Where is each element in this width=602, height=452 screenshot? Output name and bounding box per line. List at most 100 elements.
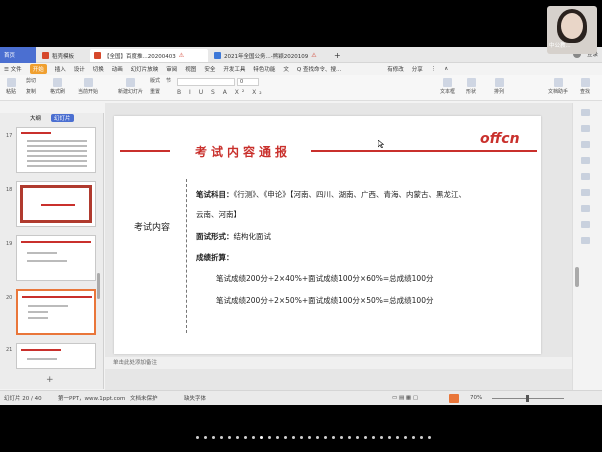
add-slide-button[interactable]: +	[46, 375, 54, 385]
page-dot[interactable]	[220, 436, 223, 439]
tab-home[interactable]: 首页	[0, 47, 36, 63]
doc-assistant-button[interactable]: 文档助手	[548, 78, 568, 95]
menu-security[interactable]: 安全	[204, 65, 215, 73]
page-dot[interactable]	[212, 436, 215, 439]
animation-icon[interactable]	[581, 141, 590, 148]
new-tab-button[interactable]: +	[330, 49, 344, 62]
menu-text[interactable]: 文	[283, 65, 289, 73]
menu-developer[interactable]: 开发工具	[223, 65, 245, 73]
slide-title[interactable]: 考试内容通报	[178, 143, 308, 160]
page-dot[interactable]	[196, 436, 199, 439]
menu-share[interactable]: 分享	[412, 65, 423, 73]
section-label[interactable]: 考试内容	[134, 220, 170, 233]
page-dot[interactable]	[348, 436, 351, 439]
style-icon[interactable]	[581, 125, 590, 132]
page-dot[interactable]	[372, 436, 375, 439]
paste-button[interactable]: 粘贴	[6, 78, 16, 95]
play-from-current-button[interactable]: 当前开始	[78, 78, 98, 95]
textbox-button[interactable]: 文本框	[440, 78, 455, 95]
reset-button[interactable]: 重置	[150, 88, 160, 95]
play-slideshow-button[interactable]	[449, 394, 459, 403]
menu-review[interactable]: 审阅	[166, 65, 177, 73]
page-dot[interactable]	[284, 436, 287, 439]
menu-animation[interactable]: 动画	[112, 65, 123, 73]
page-dot[interactable]	[324, 436, 327, 439]
property-icon[interactable]	[581, 109, 590, 116]
format-painter-button[interactable]: 格式刷	[50, 78, 65, 95]
format-icon[interactable]	[581, 173, 590, 180]
notes-pane[interactable]: 单击此处添加备注	[105, 357, 572, 369]
page-dot[interactable]	[316, 436, 319, 439]
menu-view[interactable]: 视图	[185, 65, 196, 73]
missing-font-link[interactable]: 缺失字体	[184, 394, 206, 402]
page-dot[interactable]	[404, 436, 407, 439]
page-dot[interactable]	[268, 436, 271, 439]
shape-button[interactable]: 形状	[466, 78, 476, 95]
transition-icon[interactable]	[581, 157, 590, 164]
slide-thumbnail-17[interactable]	[16, 127, 96, 173]
slide-thumbnail-19[interactable]	[16, 235, 96, 281]
text-format-group[interactable]: B I U S A X² X₂	[177, 89, 265, 96]
menu-modified[interactable]: 有修改	[387, 65, 404, 73]
page-dot[interactable]	[276, 436, 279, 439]
thumbnail-scrollbar[interactable]	[97, 273, 100, 299]
page-dot[interactable]	[388, 436, 391, 439]
tab-docer[interactable]: 稻壳模板	[38, 49, 88, 62]
zoom-level[interactable]: 70%	[470, 395, 482, 401]
tab-outline[interactable]: 大纲	[30, 114, 41, 122]
page-dot[interactable]	[244, 436, 247, 439]
page-dot[interactable]	[380, 436, 383, 439]
backup-icon[interactable]	[581, 189, 590, 196]
zoom-slider-handle[interactable]	[526, 395, 529, 402]
slide-thumbnail-21[interactable]	[16, 343, 96, 369]
section-button[interactable]: 节	[166, 77, 171, 84]
menu-design[interactable]: 设计	[74, 65, 85, 73]
page-dot[interactable]	[396, 436, 399, 439]
menu-slideshow[interactable]: 幻灯片放映	[131, 65, 159, 73]
page-dot[interactable]	[356, 436, 359, 439]
menu-file[interactable]: ☰ 文件	[4, 65, 22, 73]
menu-transition[interactable]: 切换	[93, 65, 104, 73]
new-slide-button[interactable]: 新建幻灯片	[118, 78, 143, 95]
page-dot[interactable]	[204, 436, 207, 439]
theme-name[interactable]: 第一PPT，www.1ppt.com	[58, 394, 125, 402]
page-dot[interactable]	[308, 436, 311, 439]
page-dot[interactable]	[412, 436, 415, 439]
collapse-ribbon-icon[interactable]: ∧	[444, 66, 448, 72]
protect-status[interactable]: 文档未保护	[130, 394, 158, 402]
page-indicator[interactable]	[196, 436, 431, 439]
page-dot[interactable]	[420, 436, 423, 439]
help-icon[interactable]	[581, 221, 590, 228]
slide-thumbnail-20[interactable]	[16, 289, 96, 335]
tab-slides[interactable]: 幻灯片	[51, 114, 74, 122]
menu-insert[interactable]: 插入	[55, 65, 66, 73]
font-name-select[interactable]	[177, 78, 235, 86]
find-button[interactable]: 查找	[580, 78, 590, 95]
menu-special[interactable]: 特色功能	[253, 65, 275, 73]
page-dot[interactable]	[340, 436, 343, 439]
page-dot[interactable]	[428, 436, 431, 439]
page-dot[interactable]	[228, 436, 231, 439]
page-dot[interactable]	[332, 436, 335, 439]
tab-document-2[interactable]: 2021年全国公务...-熊颖2020109 ⚠	[210, 49, 328, 62]
cut-button[interactable]: 剪切	[26, 77, 36, 84]
page-dot[interactable]	[292, 436, 295, 439]
tab-document-1[interactable]: 【全国】百度推...20200403 ⚠	[90, 49, 208, 62]
layout-button[interactable]: 版式	[150, 77, 160, 84]
share-icon[interactable]	[581, 205, 590, 212]
page-dot[interactable]	[252, 436, 255, 439]
font-size-select[interactable]: 0	[237, 78, 259, 86]
page-dot[interactable]	[236, 436, 239, 439]
menu-home[interactable]: 开始	[29, 64, 47, 74]
page-dot[interactable]	[364, 436, 367, 439]
arrange-button[interactable]: 排列	[494, 78, 504, 95]
current-slide[interactable]: 考试内容通报 offcn 考试内容 笔试科目：《行测》、《申论》【河南、四川、湖…	[114, 116, 541, 354]
more-icon[interactable]	[581, 237, 590, 244]
view-mode-icons[interactable]: ▭ ▤ ▦ ▢	[392, 395, 418, 401]
copy-button[interactable]: 复制	[26, 88, 36, 95]
menu-more-icon[interactable]: ⋮	[431, 66, 437, 72]
page-dot[interactable]	[300, 436, 303, 439]
canvas-scrollbar[interactable]	[575, 267, 579, 287]
command-search[interactable]: Q 查找命令、搜...	[297, 65, 341, 73]
page-dot[interactable]	[260, 436, 263, 439]
